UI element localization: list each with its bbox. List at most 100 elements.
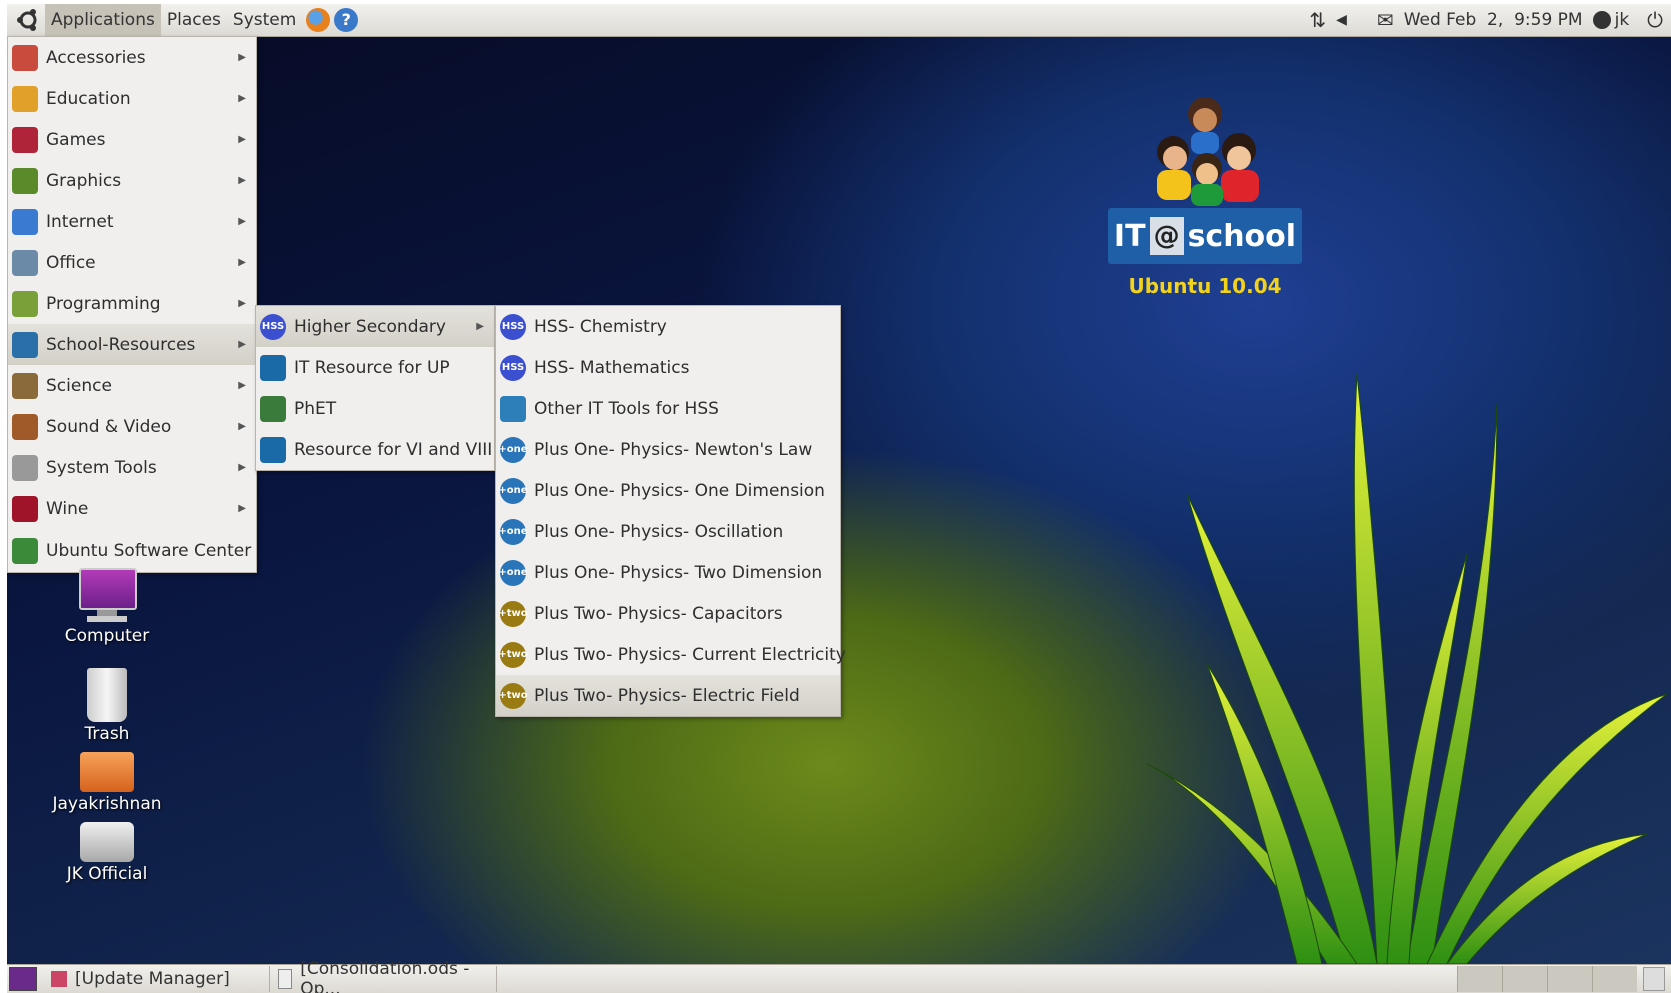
desktop-icon-label: JK Official	[66, 864, 148, 884]
hss-resource-icon: +one	[498, 559, 528, 586]
workspace-2[interactable]	[1502, 966, 1547, 992]
taskbar-item-update-manager[interactable]: [Update Manager]	[43, 966, 270, 992]
app-menu-item[interactable]: System Tools ▶	[8, 447, 256, 488]
hss-menu-item[interactable]: +one Plus One- Physics- Two Dimension	[496, 552, 840, 593]
app-menu-item[interactable]: School-Resources ▶	[8, 324, 256, 365]
school-menu-item[interactable]: PhET	[256, 388, 494, 429]
hss-menu-item[interactable]: HSS HSS- Mathematics	[496, 347, 840, 388]
office-icon	[12, 249, 38, 276]
panel-tray: ⇅ ◀ ✉ Wed Feb 2, 9:59 PM jk ⏻	[1309, 4, 1663, 36]
taskbar-item-consolidation[interactable]: [Consolidation.ods - Op...	[270, 959, 497, 993]
logo-at-text: @	[1149, 217, 1184, 255]
school-menu-item[interactable]: HSS Higher Secondary ▶	[256, 306, 494, 347]
app-menu-item[interactable]: Accessories ▶	[8, 37, 256, 78]
hss-menu-item-label: Plus One- Physics- Two Dimension	[534, 562, 823, 583]
education-icon	[12, 85, 38, 112]
app-menu-item-label: System Tools	[46, 457, 157, 478]
desktop: IT @ school Ubuntu 10.04 Applications Pl…	[7, 4, 1671, 993]
hss-menu-item-label: Plus One- Physics- One Dimension	[534, 480, 825, 501]
school-menu-item[interactable]: Resource for VI and VIII	[256, 429, 494, 470]
bottom-panel: [Update Manager] [Consolidation.ods - Op…	[7, 959, 1671, 993]
hss-menu-item-label: HSS- Mathematics	[534, 357, 690, 378]
hss-menu-item-label: Plus Two- Physics- Current Electricity	[534, 644, 846, 665]
itschool-icon	[260, 436, 286, 463]
desktop-icon-label: Jayakrishnan	[52, 794, 162, 814]
app-menu-item[interactable]: Science ▶	[8, 365, 256, 406]
app-menu-item[interactable]: Ubuntu Software Center	[8, 529, 256, 572]
hss-menu-item[interactable]: HSS HSS- Chemistry	[496, 306, 840, 347]
hss-resource-icon: +two	[498, 641, 528, 668]
app-menu-item-label: Graphics	[46, 170, 122, 191]
hss-menu-item-label: HSS- Chemistry	[534, 316, 667, 337]
hss-menu-item-label: Plus One- Physics- Oscillation	[534, 521, 784, 542]
app-menu-item-label: Games	[46, 129, 106, 150]
hss-menu-item[interactable]: +one Plus One- Physics- One Dimension	[496, 470, 840, 511]
desktop-icon-home[interactable]: Jayakrishnan	[47, 752, 167, 814]
desktop-icon-trash[interactable]: Trash	[47, 668, 167, 744]
user-name[interactable]: jk	[1615, 10, 1630, 30]
applications-dropdown: Accessories ▶ Education ▶ Games ▶ Graphics ▶ Int…	[7, 36, 257, 573]
ubuntu-logo-icon[interactable]	[15, 7, 41, 33]
hss-menu-item[interactable]: +two Plus Two- Physics- Current Electrici…	[496, 634, 846, 675]
app-menu-item[interactable]: Wine ▶	[8, 488, 256, 529]
logo-it-text: IT	[1113, 218, 1146, 254]
hss-menu-item[interactable]: +two Plus Two- Physics- Electric Field	[496, 675, 840, 716]
logo-school-text: school	[1187, 218, 1297, 254]
mail-icon[interactable]: ✉	[1377, 8, 1394, 32]
applications-menu[interactable]: Applications	[45, 4, 161, 36]
hss-icon: HSS	[260, 313, 286, 340]
help-icon[interactable]: ?	[334, 8, 359, 32]
places-menu[interactable]: Places	[161, 4, 227, 36]
ubuntu-version-label: Ubuntu 10.04	[1128, 274, 1282, 298]
app-menu-item[interactable]: Graphics ▶	[8, 160, 256, 201]
submenu-arrow-icon: ▶	[476, 321, 484, 332]
grass-wallpaper-art	[1147, 373, 1668, 964]
user-status-icon[interactable]	[1592, 11, 1611, 29]
app-menu-item[interactable]: Internet ▶	[8, 201, 256, 242]
clock[interactable]: Wed Feb 2, 9:59 PM	[1404, 10, 1583, 30]
games-icon	[12, 126, 38, 153]
school-menu-item[interactable]: IT Resource for UP	[256, 347, 494, 388]
submenu-arrow-icon: ▶	[238, 216, 246, 227]
system-menu[interactable]: System	[227, 4, 302, 36]
submenu-arrow-icon: ▶	[238, 134, 246, 145]
higher-secondary-submenu: HSS HSS- Chemistry HSS HSS- Mathematics Othe…	[495, 305, 846, 717]
workspace-4[interactable]	[1592, 966, 1637, 992]
app-menu-item[interactable]: Games ▶	[8, 119, 256, 160]
hss-resource-icon: +one	[498, 436, 528, 463]
submenu-arrow-icon: ▶	[238, 503, 246, 514]
show-desktop-icon[interactable]	[9, 967, 37, 991]
school-menu-item-label: PhET	[294, 398, 337, 419]
task-label: [Consolidation.ods - Op...	[300, 959, 470, 993]
desktop-icon-drive[interactable]: JK Official	[47, 822, 167, 884]
hss-menu-item[interactable]: +two Plus Two- Physics- Capacitors	[496, 593, 840, 634]
hss-menu-item[interactable]: +one Plus One- Physics- Oscillation	[496, 511, 840, 552]
firefox-icon[interactable]	[306, 8, 331, 32]
submenu-arrow-icon: ▶	[238, 52, 246, 63]
app-menu-item[interactable]: Sound & Video ▶	[8, 406, 256, 447]
trash-applet-icon[interactable]	[1643, 967, 1665, 991]
app-menu-item[interactable]: Programming ▶	[8, 283, 256, 324]
app-menu-item[interactable]: Office ▶	[8, 242, 256, 283]
desktop-icon-computer[interactable]: Computer	[47, 568, 167, 646]
submenu-arrow-icon: ▶	[238, 339, 246, 350]
app-menu-item-label: Science	[46, 375, 112, 396]
home-folder-icon	[80, 752, 134, 792]
power-icon[interactable]: ⏻	[1647, 8, 1663, 32]
spreadsheet-icon	[278, 969, 293, 989]
network-icon[interactable]: ⇅	[1309, 8, 1326, 32]
volume-icon[interactable]: ◀	[1336, 12, 1347, 28]
hss-menu-item[interactable]: +one Plus One- Physics- Newton's Law	[496, 429, 840, 470]
hss-menu-item[interactable]: Other IT Tools for HSS	[496, 388, 840, 429]
hss-resource-icon: +one	[498, 518, 528, 545]
app-menu-item-label: Internet	[46, 211, 114, 232]
workspace-3[interactable]	[1547, 966, 1592, 992]
software-center-icon	[12, 537, 38, 564]
workspace-1[interactable]	[1457, 966, 1502, 992]
app-menu-item[interactable]: Education ▶	[8, 78, 256, 119]
app-menu-item-label: Accessories	[46, 47, 146, 68]
hss-menu-item-label: Plus Two- Physics- Electric Field	[534, 685, 800, 706]
app-menu-item-label: Office	[46, 252, 96, 273]
science-icon	[12, 372, 38, 399]
itschool-logo: IT @ school	[1107, 208, 1303, 264]
